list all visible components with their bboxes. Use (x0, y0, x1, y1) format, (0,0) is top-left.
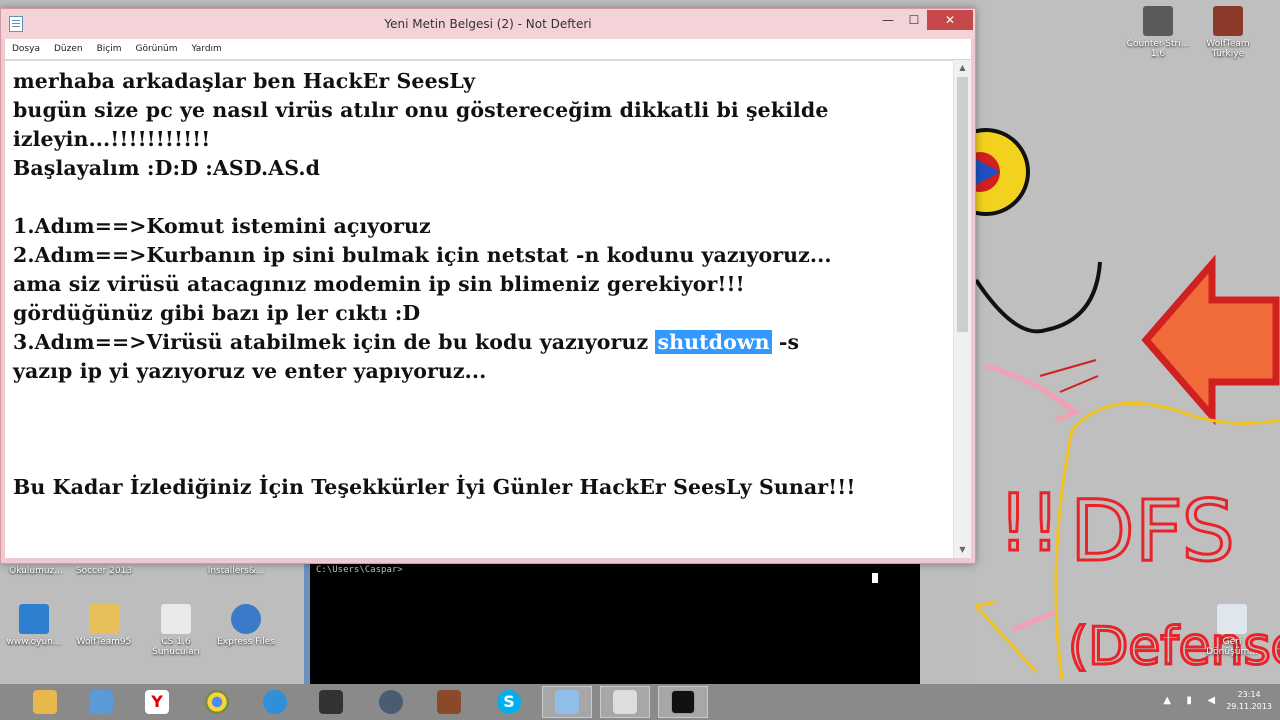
camera-icon (613, 690, 637, 714)
network-icon (89, 690, 113, 714)
desktop-icon-wolfteam[interactable]: WolfTeam Türkiye (1196, 6, 1260, 59)
document-icon (161, 604, 191, 634)
text-line: bugün size pc ye nasıl virüs atılır onu … (13, 98, 829, 122)
express-files-icon (231, 604, 261, 634)
taskbar: Y S ▲ ▮ ◀ 23:14 29.11.2013 (0, 684, 1280, 720)
taskbar-network[interactable] (76, 686, 126, 718)
tray-arrow-icon[interactable]: ▲ (1160, 695, 1174, 707)
text-line: gördüğünüz gibi bazı ip ler cıktı :D (13, 301, 421, 325)
menu-format[interactable]: Biçim (90, 44, 129, 54)
steam-icon (379, 690, 403, 714)
volume-icon[interactable]: ◀ (1204, 695, 1218, 707)
taskbar-yandex[interactable]: Y (132, 686, 182, 718)
game-icon (319, 690, 343, 714)
media-icon (263, 690, 287, 714)
step3-suffix: -s (771, 330, 800, 354)
network-status-icon[interactable]: ▮ (1182, 695, 1196, 707)
taskbar-game2[interactable] (424, 686, 474, 718)
counter-strike-icon (1143, 6, 1173, 36)
menu-bar: Dosya Düzen Biçim Görünüm Yardım (5, 39, 971, 59)
folder-icon (89, 604, 119, 634)
shortcut-icon (19, 604, 49, 634)
text-line: izleyin...!!!!!!!!!!! (13, 127, 211, 151)
notepad-window[interactable]: Yeni Metin Belgesi (2) - Not Defteri — ☐… (0, 8, 976, 564)
desktop-icon-oyun[interactable]: www.oyun... (2, 604, 66, 647)
taskbar-steam[interactable] (366, 686, 416, 718)
closing-line: Bu Kadar İzlediğiniz İçin Teşekkürler İy… (13, 475, 856, 499)
desktop-icon-okulumuz[interactable]: Okulumuz... (4, 566, 68, 576)
taskbar-notepad[interactable] (542, 686, 592, 718)
clock-time: 23:14 (1237, 690, 1261, 699)
yandex-icon: Y (145, 690, 169, 714)
step3-text: 3.Adım==>Virüsü atabilmek için de bu kod… (13, 330, 649, 354)
desktop-icon-express-files[interactable]: Express Files (214, 604, 278, 647)
game2-icon (437, 690, 461, 714)
scrollbar-thumb[interactable] (957, 77, 968, 332)
text-line: 1.Adım==>Komut istemini açıyoruz (13, 214, 431, 238)
text-line: ama siz virüsü atacagınız modemin ip sin… (13, 272, 745, 296)
wolfteam-icon (1213, 6, 1243, 36)
menu-view[interactable]: Görünüm (128, 44, 184, 54)
console-prompt: C:\Users\Caspar> (316, 565, 403, 575)
cmd-icon (671, 690, 695, 714)
text-line: 2.Adım==>Kurbanın ip sini bulmak için ne… (13, 243, 832, 267)
scroll-up-arrow-icon[interactable]: ▲ (954, 60, 971, 76)
scroll-down-arrow-icon[interactable]: ▼ (954, 542, 971, 558)
menu-help[interactable]: Yardım (185, 44, 229, 54)
window-title: Yeni Metin Belgesi (2) - Not Defteri (384, 17, 592, 31)
desktop-icon-cs-servers[interactable]: CS 1.6 Sunucuları (144, 604, 208, 657)
clock[interactable]: 23:14 29.11.2013 (1226, 689, 1272, 713)
desktop: !! DFS (Defense) Counter-Stri... 1.6 Wol… (0, 0, 1280, 684)
desktop-icon-wolfteam95[interactable]: WolfTeam95 (72, 604, 136, 647)
desktop-icon-counter-strike[interactable]: Counter-Stri... 1.6 (1126, 6, 1190, 59)
selected-text[interactable]: shutdown (655, 330, 772, 354)
desktop-wallpaper-drawing: !! DFS (Defense) (976, 0, 1280, 684)
desktop-icon-soccer[interactable]: Soccer 2013 (72, 566, 136, 576)
maximize-button[interactable]: ☐ (901, 10, 927, 30)
system-tray: ▲ ▮ ◀ 23:14 29.11.2013 (1160, 689, 1272, 713)
chrome-icon (205, 690, 229, 714)
minimize-button[interactable]: — (875, 10, 901, 30)
skype-icon: S (497, 690, 521, 714)
taskbar-game[interactable] (306, 686, 356, 718)
notepad-icon (555, 690, 579, 714)
taskbar-file-explorer[interactable] (20, 686, 70, 718)
exclaim-drawing: !! (998, 479, 1061, 569)
command-prompt-window[interactable]: C:\Users\Caspar> (304, 563, 920, 684)
desktop-icon-installers[interactable]: Installers&... (204, 566, 268, 576)
recycle-bin-icon (1217, 604, 1247, 634)
vertical-scrollbar[interactable]: ▲ ▼ (953, 60, 971, 558)
clock-date: 29.11.2013 (1226, 702, 1272, 711)
taskbar-camera[interactable] (600, 686, 650, 718)
taskbar-chrome[interactable] (192, 686, 242, 718)
file-explorer-icon (33, 690, 57, 714)
dfs-drawing: DFS (1070, 482, 1235, 580)
taskbar-media[interactable] (250, 686, 300, 718)
menu-file[interactable]: Dosya (5, 44, 47, 54)
text-line: merhaba arkadaşlar ben HackEr SeesLy (13, 69, 476, 93)
text-editor[interactable]: merhaba arkadaşlar ben HackEr SeesLy bug… (5, 60, 953, 558)
text-line-step3: 3.Adım==>Virüsü atabilmek için de bu kod… (13, 330, 799, 354)
text-line: yazıp ip yi yazıyoruz ve enter yapıyoruz… (13, 359, 487, 383)
title-bar[interactable]: Yeni Metin Belgesi (2) - Not Defteri — ☐… (1, 9, 975, 39)
close-button[interactable]: ✕ (927, 10, 973, 30)
desktop-icon-recycle-bin[interactable]: Geri Dönüşüm... (1200, 604, 1264, 657)
text-line: Başlayalım :D:D :ASD.AS.d (13, 156, 321, 180)
taskbar-cmd[interactable] (658, 686, 708, 718)
taskbar-skype[interactable]: S (484, 686, 534, 718)
console-cursor (872, 573, 878, 583)
menu-edit[interactable]: Düzen (47, 44, 90, 54)
